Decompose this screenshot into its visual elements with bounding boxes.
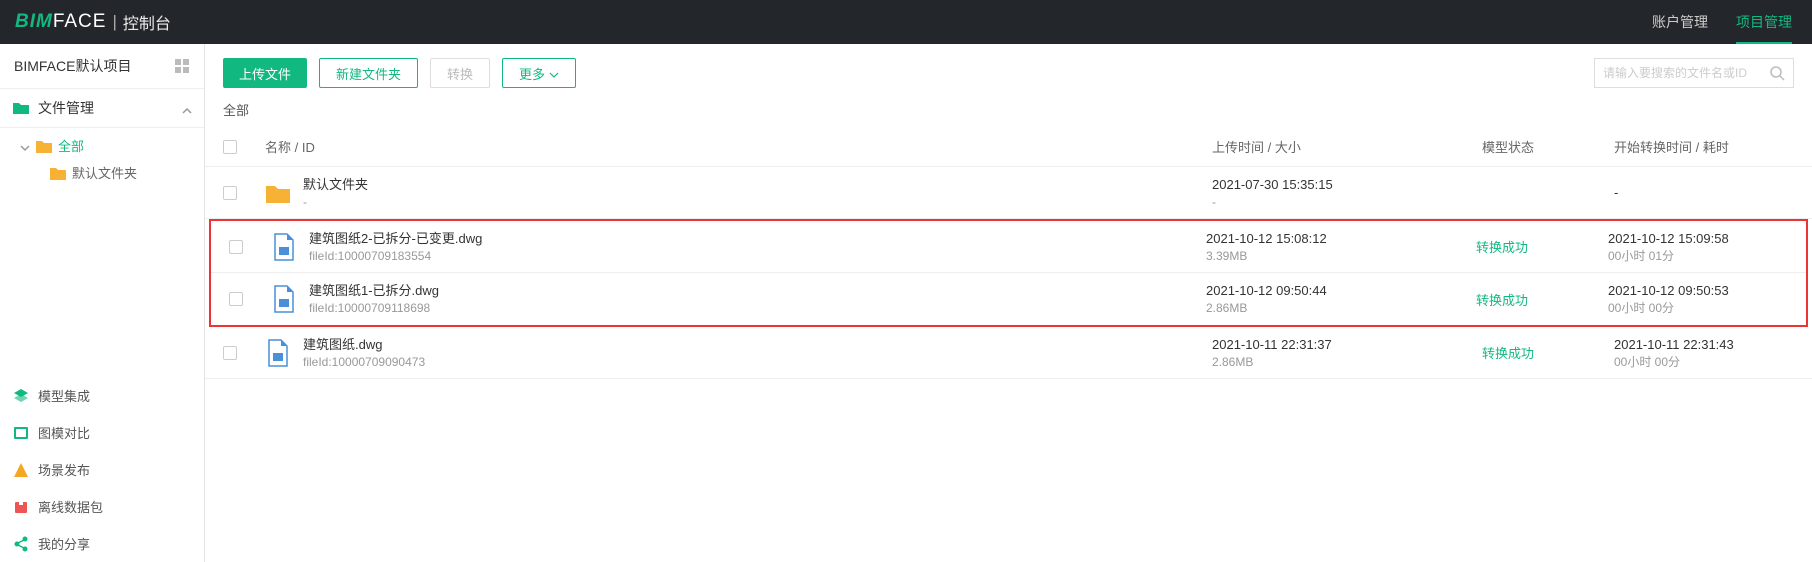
- status: 转换成功: [1482, 346, 1534, 361]
- logo-separator: |: [112, 12, 116, 32]
- logo: BIMFACE | 控制台: [15, 10, 171, 34]
- col-name: 名称 / ID: [265, 137, 1212, 156]
- folder-icon: [265, 178, 291, 208]
- upload-size: 3.39MB: [1206, 248, 1476, 264]
- file-table: 名称 / ID 上传时间 / 大小 模型状态 开始转换时间 / 耗时 默认文件夹…: [205, 127, 1812, 379]
- more-button[interactable]: 更多: [502, 58, 576, 88]
- nav-account[interactable]: 账户管理: [1652, 0, 1708, 44]
- convert-time: -: [1614, 184, 1794, 202]
- caret-down-icon: [549, 66, 559, 81]
- row-sub: fileId:10000709118698: [309, 300, 439, 316]
- tree-item-all[interactable]: 全部: [0, 132, 204, 159]
- top-header: BIMFACE | 控制台 账户管理 项目管理: [0, 0, 1812, 44]
- dwg-file-icon: [265, 338, 291, 368]
- tree-all-label: 全部: [58, 136, 84, 155]
- col-convert: 开始转换时间 / 耗时: [1614, 137, 1794, 156]
- scene-publish-label: 场景发布: [38, 460, 90, 479]
- upload-size: 2.86MB: [1206, 300, 1476, 316]
- more-label: 更多: [519, 64, 545, 83]
- row-sub: fileId:10000709183554: [309, 248, 482, 264]
- tree-default-folder-label: 默认文件夹: [72, 163, 137, 182]
- row-sub: fileId:10000709090473: [303, 354, 425, 370]
- row-name: 建筑图纸.dwg: [303, 336, 425, 354]
- status: 转换成功: [1476, 240, 1528, 255]
- highlighted-rows: 建筑图纸2-已拆分-已变更.dwg fileId:10000709183554 …: [209, 219, 1808, 327]
- folder-icon: [36, 139, 52, 153]
- file-management-label: 文件管理: [38, 98, 94, 118]
- drawing-compare-label: 图模对比: [38, 423, 90, 442]
- select-all-checkbox[interactable]: [223, 140, 237, 154]
- sidebar-item-scene-publish[interactable]: 场景发布: [0, 451, 204, 488]
- convert-time: 2021-10-11 22:31:43: [1614, 336, 1794, 354]
- row-checkbox[interactable]: [223, 186, 237, 200]
- upload-size: -: [1212, 194, 1482, 210]
- table-row[interactable]: 建筑图纸1-已拆分.dwg fileId:10000709118698 2021…: [211, 273, 1806, 325]
- search-box[interactable]: [1594, 58, 1794, 88]
- sidebar-file-management[interactable]: 文件管理: [0, 89, 204, 128]
- grid-icon[interactable]: [174, 58, 190, 74]
- col-status: 模型状态: [1482, 137, 1614, 156]
- sidebar-item-drawing-compare[interactable]: 图模对比: [0, 414, 204, 451]
- table-row[interactable]: 建筑图纸.dwg fileId:10000709090473 2021-10-1…: [205, 327, 1812, 379]
- chevron-down-icon: [20, 141, 30, 151]
- row-name: 默认文件夹: [303, 176, 368, 194]
- dwg-file-icon: [271, 232, 297, 262]
- row-checkbox[interactable]: [229, 292, 243, 306]
- toolbar: 上传文件 新建文件夹 转换 更多: [205, 44, 1812, 100]
- row-checkbox[interactable]: [229, 240, 243, 254]
- publish-icon: [12, 461, 30, 479]
- model-integrate-label: 模型集成: [38, 386, 90, 405]
- layers-icon: [12, 387, 30, 405]
- compare-icon: [12, 424, 30, 442]
- table-row[interactable]: 默认文件夹 - 2021-07-30 15:35:15 - -: [205, 167, 1812, 219]
- convert-dur: 00小时 00分: [1614, 354, 1794, 370]
- sidebar: BIMFACE默认项目 文件管理: [0, 44, 205, 562]
- content-area: 上传文件 新建文件夹 转换 更多 全部 名称 / ID 上传时: [205, 44, 1812, 562]
- logo-bim: BIM: [15, 11, 53, 33]
- sidebar-item-my-share[interactable]: 我的分享: [0, 525, 204, 562]
- upload-time: 2021-07-30 15:35:15: [1212, 176, 1482, 194]
- status: 转换成功: [1476, 293, 1528, 308]
- row-sub: -: [303, 194, 368, 210]
- convert-button: 转换: [430, 58, 490, 88]
- table-header: 名称 / ID 上传时间 / 大小 模型状态 开始转换时间 / 耗时: [205, 127, 1812, 167]
- logo-subtitle: 控制台: [123, 10, 171, 34]
- upload-time: 2021-10-11 22:31:37: [1212, 336, 1482, 354]
- nav-project[interactable]: 项目管理: [1736, 0, 1792, 44]
- breadcrumb: 全部: [205, 100, 1812, 127]
- project-title-row: BIMFACE默认项目: [0, 44, 204, 89]
- upload-time: 2021-10-12 15:08:12: [1206, 230, 1476, 248]
- row-name: 建筑图纸1-已拆分.dwg: [309, 282, 439, 300]
- chevron-up-icon: [182, 103, 192, 113]
- convert-time: 2021-10-12 15:09:58: [1608, 230, 1788, 248]
- folder-tree: 全部 默认文件夹: [0, 128, 204, 196]
- tree-item-default-folder[interactable]: 默认文件夹: [0, 159, 204, 186]
- package-icon: [12, 498, 30, 516]
- offline-pack-label: 离线数据包: [38, 497, 103, 516]
- row-checkbox[interactable]: [223, 346, 237, 360]
- convert-dur: 00小时 01分: [1608, 248, 1788, 264]
- folder-icon: [12, 99, 30, 117]
- upload-time: 2021-10-12 09:50:44: [1206, 282, 1476, 300]
- folder-icon: [50, 166, 66, 180]
- logo-face: FACE: [53, 11, 107, 33]
- dwg-file-icon: [271, 284, 297, 314]
- upload-size: 2.86MB: [1212, 354, 1482, 370]
- search-input[interactable]: [1603, 66, 1763, 80]
- header-nav: 账户管理 项目管理: [1652, 0, 1792, 44]
- upload-button[interactable]: 上传文件: [223, 58, 307, 88]
- sidebar-item-model-integrate[interactable]: 模型集成: [0, 377, 204, 414]
- convert-time: 2021-10-12 09:50:53: [1608, 282, 1788, 300]
- project-title: BIMFACE默认项目: [14, 56, 131, 76]
- table-row[interactable]: 建筑图纸2-已拆分-已变更.dwg fileId:10000709183554 …: [211, 221, 1806, 273]
- new-folder-button[interactable]: 新建文件夹: [319, 58, 418, 88]
- convert-dur: 00小时 00分: [1608, 300, 1788, 316]
- my-share-label: 我的分享: [38, 534, 90, 553]
- share-icon: [12, 535, 30, 553]
- search-icon[interactable]: [1769, 65, 1785, 81]
- sidebar-item-offline-pack[interactable]: 离线数据包: [0, 488, 204, 525]
- row-name: 建筑图纸2-已拆分-已变更.dwg: [309, 230, 482, 248]
- col-upload: 上传时间 / 大小: [1212, 137, 1482, 156]
